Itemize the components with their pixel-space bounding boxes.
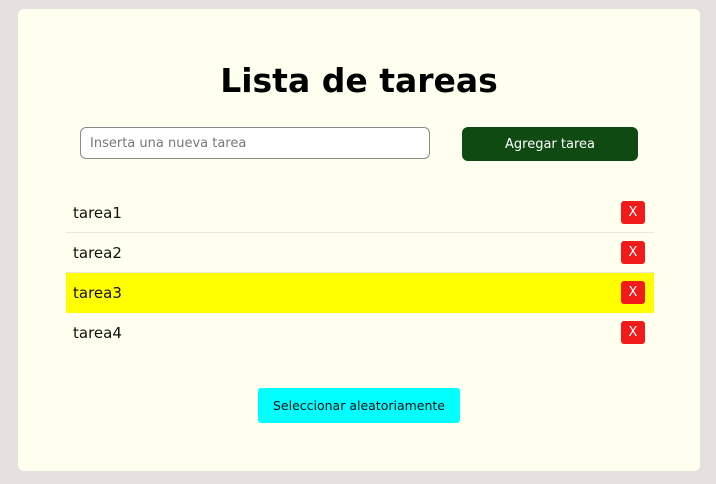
delete-task-button[interactable]: X xyxy=(621,321,645,344)
delete-task-button[interactable]: X xyxy=(621,201,645,224)
page-title: Lista de tareas xyxy=(220,61,498,100)
task-list: tarea1 X tarea2 X tarea3 X tarea4 X xyxy=(66,193,654,353)
task-item-selected: tarea3 X xyxy=(66,273,654,313)
random-select-button[interactable]: Seleccionar aleatoriamente xyxy=(258,388,460,423)
task-label: tarea2 xyxy=(73,243,122,262)
task-label: tarea3 xyxy=(73,284,122,302)
new-task-input[interactable] xyxy=(80,127,430,159)
task-item: tarea4 X xyxy=(66,313,654,353)
delete-task-button[interactable]: X xyxy=(621,281,645,304)
delete-task-button[interactable]: X xyxy=(621,241,645,264)
todo-card: Lista de tareas Agregar tarea tarea1 X t… xyxy=(18,9,700,471)
add-task-button[interactable]: Agregar tarea xyxy=(462,127,638,161)
task-item: tarea1 X xyxy=(66,193,654,233)
task-item: tarea2 X xyxy=(66,233,654,273)
task-label: tarea4 xyxy=(73,324,122,342)
task-label: tarea1 xyxy=(73,203,122,222)
